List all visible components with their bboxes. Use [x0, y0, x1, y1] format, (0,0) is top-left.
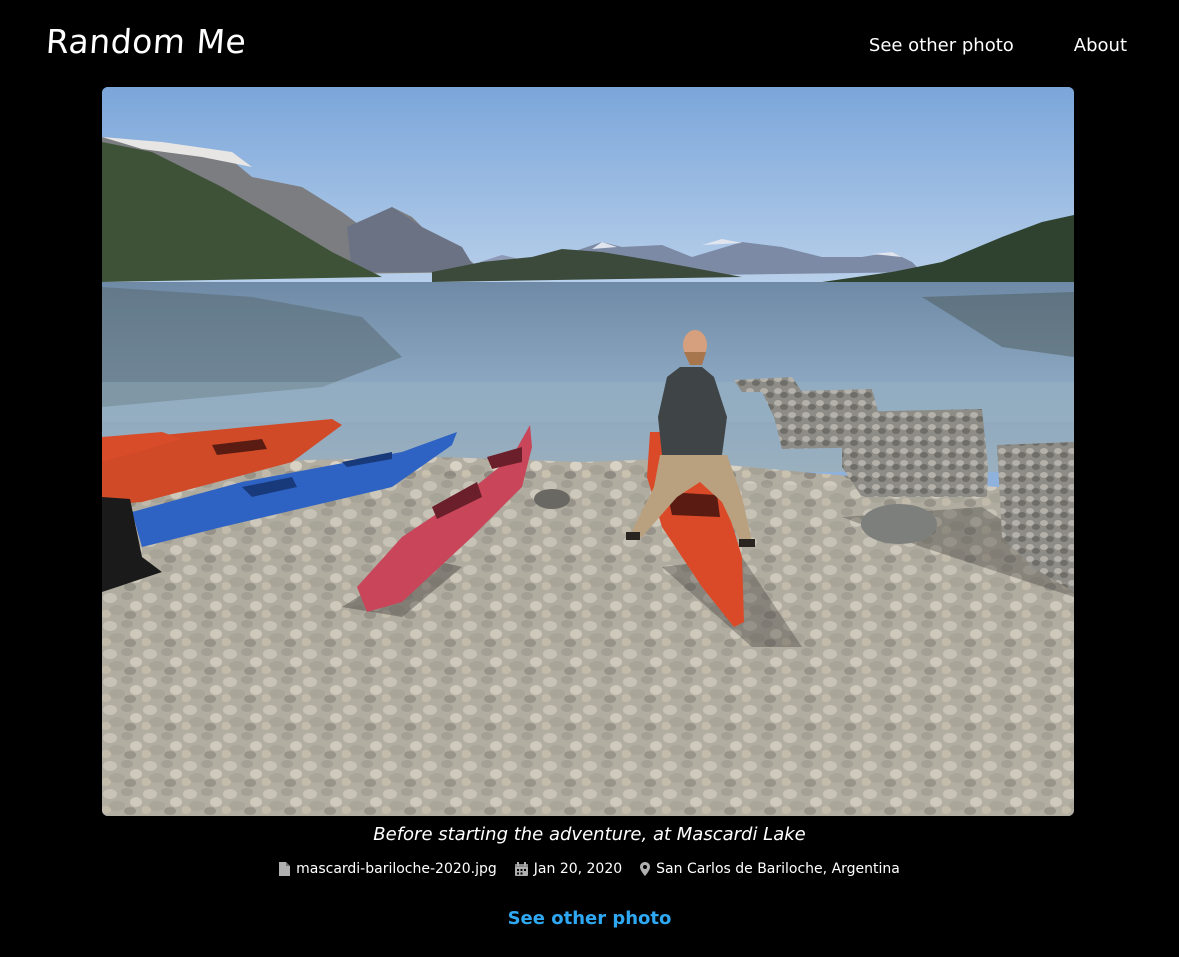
brand-logo[interactable]: Random Me	[45, 22, 248, 61]
photo-filename: mascardi-bariloche-2020.jpg	[296, 861, 497, 877]
photo-meta: mascardi-bariloche-2020.jpg Jan 20, 2020	[0, 861, 1179, 877]
meta-location: San Carlos de Bariloche, Argentina	[640, 861, 900, 877]
file-icon	[279, 862, 291, 876]
meta-filename: mascardi-bariloche-2020.jpg	[279, 861, 497, 877]
main-photo	[102, 87, 1074, 816]
nav-about[interactable]: About	[1074, 35, 1127, 56]
top-nav: See other photo About	[869, 35, 1127, 56]
nav-see-other-photo[interactable]: See other photo	[869, 35, 1014, 56]
meta-date: Jan 20, 2020	[514, 861, 623, 877]
map-marker-icon	[640, 862, 651, 876]
photo-date: Jan 20, 2020	[533, 861, 623, 877]
photo-location: San Carlos de Bariloche, Argentina	[656, 861, 900, 877]
photo-caption: Before starting the adventure, at Mascar…	[373, 824, 806, 845]
calendar-icon	[514, 862, 528, 876]
cta-container: See other photo	[0, 908, 1179, 929]
see-other-photo-button[interactable]: See other photo	[508, 908, 672, 929]
page: Random Me See other photo About Before s…	[0, 0, 1179, 957]
